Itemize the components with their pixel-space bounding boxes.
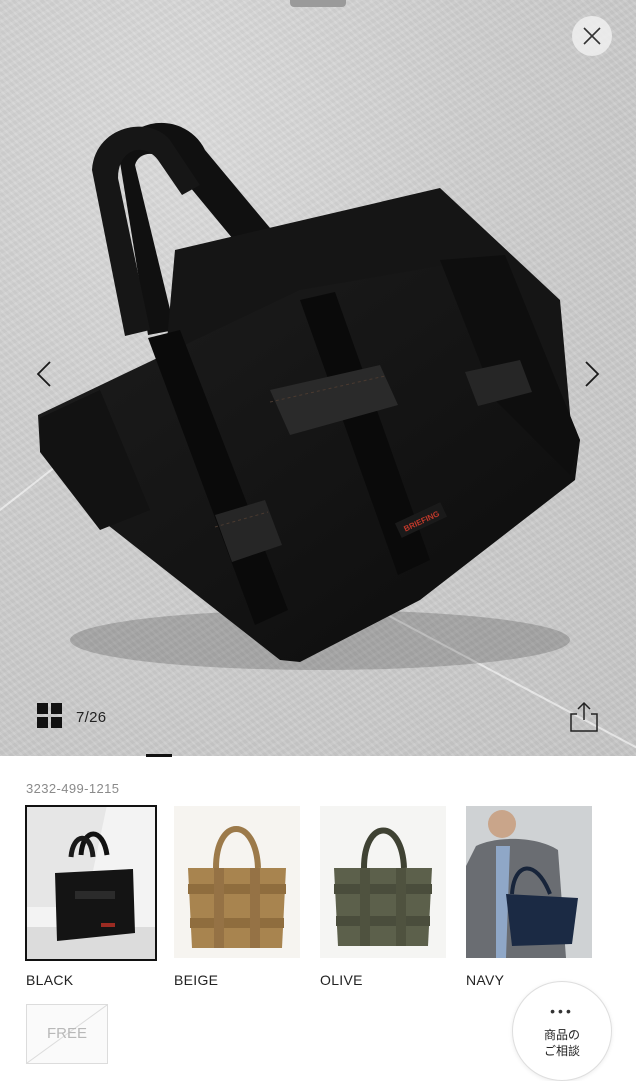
- color-label: BLACK: [26, 972, 74, 988]
- color-label: NAVY: [466, 972, 505, 988]
- consult-label-line2: ご相談: [543, 1044, 580, 1058]
- scroll-indicator: [146, 754, 172, 757]
- product-code: 3232-499-1215: [26, 781, 120, 796]
- size-label: FREE: [46, 1025, 87, 1042]
- share-button[interactable]: [566, 700, 602, 734]
- color-thumbnail: [25, 805, 157, 961]
- tote-bag-photo: BRIEFING: [38, 122, 580, 670]
- image-counter: 7/26: [76, 709, 107, 726]
- color-swatch-black[interactable]: BLACK: [25, 805, 157, 988]
- consult-label-line1: 商品の: [543, 1028, 580, 1042]
- color-swatch-navy[interactable]: NAVY: [466, 806, 596, 988]
- color-thumbnail: [320, 806, 446, 958]
- color-swatch-beige[interactable]: BEIGE: [174, 806, 304, 988]
- size-option-free[interactable]: FREE: [26, 1004, 108, 1064]
- chevron-left-icon: [36, 361, 51, 387]
- grid-icon: [37, 703, 62, 728]
- next-image-button[interactable]: [570, 350, 614, 398]
- color-thumbnail: [174, 806, 300, 958]
- color-swatch-olive[interactable]: OLIVE: [320, 806, 450, 988]
- color-label: BEIGE: [174, 972, 219, 988]
- close-button[interactable]: [572, 16, 612, 56]
- product-consult-button[interactable]: ••• 商品の ご相談: [512, 981, 612, 1081]
- more-dots-icon: •••: [550, 1003, 574, 1019]
- thumbnail-grid-button[interactable]: [36, 702, 64, 730]
- close-icon: [583, 27, 601, 45]
- sheet-drag-handle[interactable]: [290, 0, 346, 7]
- color-thumbnail: [466, 806, 592, 958]
- chevron-right-icon: [585, 361, 600, 387]
- previous-image-button[interactable]: [24, 350, 68, 398]
- share-icon: [570, 701, 598, 732]
- color-label: OLIVE: [320, 972, 363, 988]
- product-image-viewer[interactable]: BRIEFING 7/26: [0, 0, 636, 756]
